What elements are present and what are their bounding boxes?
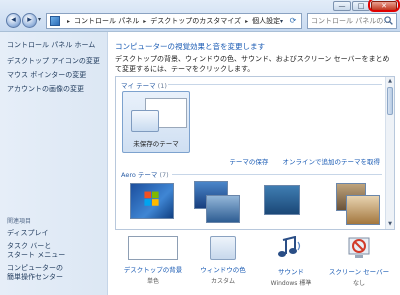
breadcrumb-separator-icon[interactable]: ▸ — [245, 18, 248, 25]
window-color-icon — [210, 236, 236, 260]
screen-saver-label: スクリーン セーバー — [328, 268, 390, 276]
theme-links: テーマの保存 オンラインで追加のテーマを取得 — [217, 156, 380, 166]
change-account-picture-link[interactable]: アカウントの画像の変更 — [7, 84, 100, 94]
close-button-highlight — [368, 0, 400, 12]
breadcrumb-desktop-customization[interactable]: デスクトップのカスタマイズ — [150, 16, 241, 26]
sound-value: Windows 標準 — [270, 280, 312, 287]
sound-icon — [278, 235, 301, 257]
refresh-icon[interactable]: ⟳ — [286, 15, 300, 27]
aero-theme-characters[interactable] — [206, 195, 240, 223]
theme-settings-bar: デスクトップの背景 単色 ウィンドウの色 カスタム サウンド Windows 標… — [109, 232, 400, 295]
aero-theme-landscapes[interactable] — [264, 185, 300, 215]
my-themes-group-label: マイ テーマ (1) — [121, 80, 167, 90]
task-links: デスクトップ アイコンの変更 マウス ポインターの変更 アカウントの画像の変更 — [7, 56, 100, 98]
window-color-value: カスタム — [210, 278, 235, 285]
control-panel-icon — [50, 16, 60, 26]
taskbar-start-menu-link[interactable]: タスク バーと スタート メニュー — [7, 242, 65, 260]
breadcrumb-control-panel[interactable]: コントロール パネル — [74, 16, 139, 26]
scroll-up-icon[interactable]: ▲ — [386, 77, 394, 86]
address-bar[interactable]: ▸ コントロール パネル ▸ デスクトップのカスタマイズ ▸ 個人設定 ▾ ⟳ — [46, 13, 302, 29]
aero-theme-windows-7[interactable] — [130, 183, 174, 219]
my-themes-count: (1) — [157, 82, 167, 90]
breadcrumb-separator-icon[interactable]: ▸ — [67, 18, 70, 25]
see-also-header: 関連項目 — [7, 218, 32, 225]
search-placeholder: コントロール パネルの... — [311, 17, 390, 25]
unsaved-theme-tile[interactable]: 未保存のテーマ — [122, 91, 190, 153]
aero-themes-group-label: Aero テーマ (7) — [121, 169, 169, 179]
my-themes-label: マイ テーマ — [121, 82, 156, 90]
sound-setting[interactable]: サウンド Windows 標準 — [255, 235, 327, 287]
screen-saver-icon — [348, 237, 370, 258]
see-also-section: 関連項目 ディスプレイ タスク バーと スタート メニュー コンピューターの 簡… — [7, 216, 65, 286]
left-task-pane: コントロール パネル ホーム デスクトップ アイコンの変更 マウス ポインターの… — [0, 32, 108, 295]
unsaved-theme-name: 未保存のテーマ — [133, 140, 179, 148]
recent-pages-dropdown-icon[interactable]: ▾ — [38, 16, 41, 23]
aero-themes-row — [124, 181, 382, 229]
scrollbar-thumb[interactable] — [387, 87, 393, 115]
address-dropdown-icon[interactable]: ▾ — [280, 18, 283, 25]
breadcrumb-personalization[interactable]: 個人設定 — [252, 16, 280, 26]
get-more-themes-online-link[interactable]: オンラインで追加のテーマを取得 — [283, 158, 381, 166]
breadcrumb-separator-icon[interactable]: ▸ — [143, 18, 146, 25]
display-link[interactable]: ディスプレイ — [7, 229, 65, 238]
screen-saver-setting[interactable]: スクリーン セーバー なし — [323, 236, 395, 287]
sound-label: サウンド — [278, 268, 304, 276]
page-description: デスクトップの背景、ウィンドウの色、サウンド、およびスクリーン セーバーをまとめ… — [115, 55, 390, 73]
screen-saver-value: なし — [352, 280, 365, 287]
group-divider — [168, 84, 382, 85]
back-button[interactable]: ◂ — [6, 13, 21, 28]
search-input[interactable]: コントロール パネルの... — [307, 13, 397, 29]
group-divider — [172, 174, 382, 175]
aero-themes-count: (7) — [159, 171, 169, 179]
ease-of-access-center-link[interactable]: コンピューターの 簡単操作センター — [7, 264, 65, 282]
theme-window-preview-icon — [131, 110, 159, 132]
desktop-background-label: デスクトップの背景 — [123, 266, 183, 274]
title-bar: — □ ✕ ◂ ▸ ▾ ▸ コントロール パネル ▸ デスクトップのカスタマイズ… — [0, 0, 400, 32]
aero-themes-label: Aero テーマ — [121, 171, 158, 179]
change-desktop-icons-link[interactable]: デスクトップ アイコンの変更 — [7, 56, 100, 66]
scroll-down-icon[interactable]: ▼ — [386, 220, 394, 229]
theme-list[interactable]: マイ テーマ (1) 未保存のテーマ テーマの保存 オンラインで追加のテーマを取… — [115, 76, 395, 230]
window-color-setting[interactable]: ウィンドウの色 カスタム — [187, 236, 259, 285]
desktop-background-icon — [128, 236, 178, 260]
aero-theme-scenes[interactable] — [346, 195, 380, 225]
theme-list-scrollbar[interactable]: ▲ ▼ — [385, 77, 394, 229]
control-panel-home-link[interactable]: コントロール パネル ホーム — [7, 40, 95, 50]
desktop-background-value: 単色 — [146, 278, 159, 285]
main-content: コンピューターの視覚効果と音を変更します デスクトップの背景、ウィンドウの色、サ… — [109, 32, 400, 295]
window-color-label: ウィンドウの色 — [200, 266, 246, 274]
page-title: コンピューターの視覚効果と音を変更します — [115, 42, 265, 51]
windows-logo-icon — [144, 191, 159, 206]
minimize-button[interactable]: — — [333, 1, 351, 11]
save-theme-link[interactable]: テーマの保存 — [229, 158, 268, 166]
search-icon[interactable] — [384, 16, 393, 25]
desktop-background-setting[interactable]: デスクトップの背景 単色 — [117, 236, 189, 285]
forward-button[interactable]: ▸ — [22, 13, 37, 28]
change-mouse-pointers-link[interactable]: マウス ポインターの変更 — [7, 70, 100, 80]
